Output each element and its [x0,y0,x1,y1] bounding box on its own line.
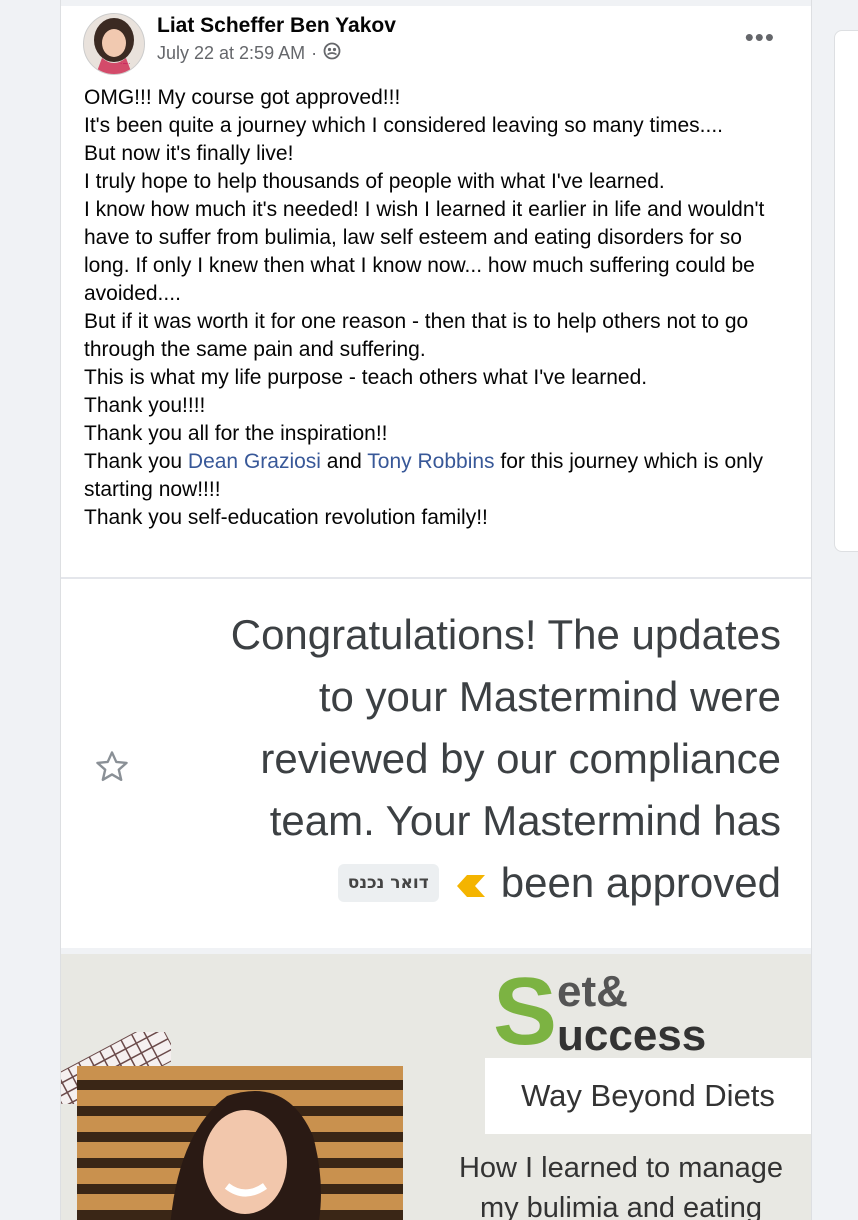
headline-line: How I learned to manage [458,1152,784,1184]
post-line: Thank you all for the inspiration!! [84,422,388,445]
email-line: reviewed by our compliance [260,735,781,782]
friends-icon[interactable] [323,42,341,65]
post-top-gap [61,0,811,6]
email-screenshot-image[interactable]: Congratulations! The updates to your Mas… [61,580,811,948]
logo-letter: S [493,966,557,1056]
mention-tony-robbins[interactable]: Tony Robbins [367,450,494,473]
post-timestamp[interactable]: July 22 at 2:59 AM [157,43,305,64]
avatar-image: ·~· [84,14,144,74]
logo-top: et& [557,967,628,1016]
mention-dean-graziosi[interactable]: Dean Graziosi [188,450,321,473]
feed-post: ·~· Liat Scheffer Ben Yakov July 22 at 2… [60,0,812,1220]
post-line: Thank you!!!! [84,394,206,417]
thanks-middle: and [320,450,368,473]
post-line: But now it's finally live! [84,142,294,165]
more-options-button[interactable]: ••• [745,22,775,53]
post-meta: July 22 at 2:59 AM · [157,42,341,65]
email-last-row: דואר נכנס been approved [161,852,781,914]
thanks-prefix: Thank you [84,450,188,473]
post-line: I know how much it's needed! I wish I le… [84,198,765,305]
tagline: Way Beyond Diets [485,1058,811,1134]
promo-image[interactable]: S et& uccess Way Beyond Diets How I lear… [61,954,811,1220]
set-success-logo: S et& uccess [493,958,783,1065]
headline-line: my bulimia and eating [479,1192,763,1220]
author-photo [77,1066,403,1220]
post-line: OMG!!! My course got approved!!! [84,86,401,109]
importance-marker-icon [455,852,485,914]
post-line: It's been quite a journey which I consid… [84,114,724,137]
post-line: Thank you self-education revolution fami… [84,506,488,529]
meta-separator: · [311,43,318,63]
author-avatar[interactable]: ·~· [83,13,145,75]
post-line: This is what my life purpose - teach oth… [84,366,648,389]
email-line: team. Your Mastermind has [269,797,781,844]
svg-text:·~·: ·~· [120,60,130,68]
divider [61,577,811,579]
email-line: Congratulations! The updates [230,611,781,658]
author-name[interactable]: Liat Scheffer Ben Yakov [157,14,396,38]
inbox-label-chip: דואר נכנס [337,864,439,902]
email-line: to your Mastermind were [318,673,781,720]
email-subject: Congratulations! The updates to your Mas… [161,604,781,914]
logo-bottom: uccess [557,1011,706,1056]
star-icon [93,748,131,791]
post-body: OMG!!! My course got approved!!! It's be… [84,84,784,532]
post-line: But if it was worth it for one reason - … [84,310,749,361]
post-line: I truly hope to help thousands of people… [84,170,665,193]
thanks-line: Thank you Dean Graziosi and Tony Robbins… [84,448,784,504]
promo-headline: How I learned to manage my bulimia and e… [433,1148,809,1220]
right-column-card [834,30,858,552]
email-line: been approved [500,859,781,906]
post-header: ·~· Liat Scheffer Ben Yakov July 22 at 2… [61,10,811,75]
